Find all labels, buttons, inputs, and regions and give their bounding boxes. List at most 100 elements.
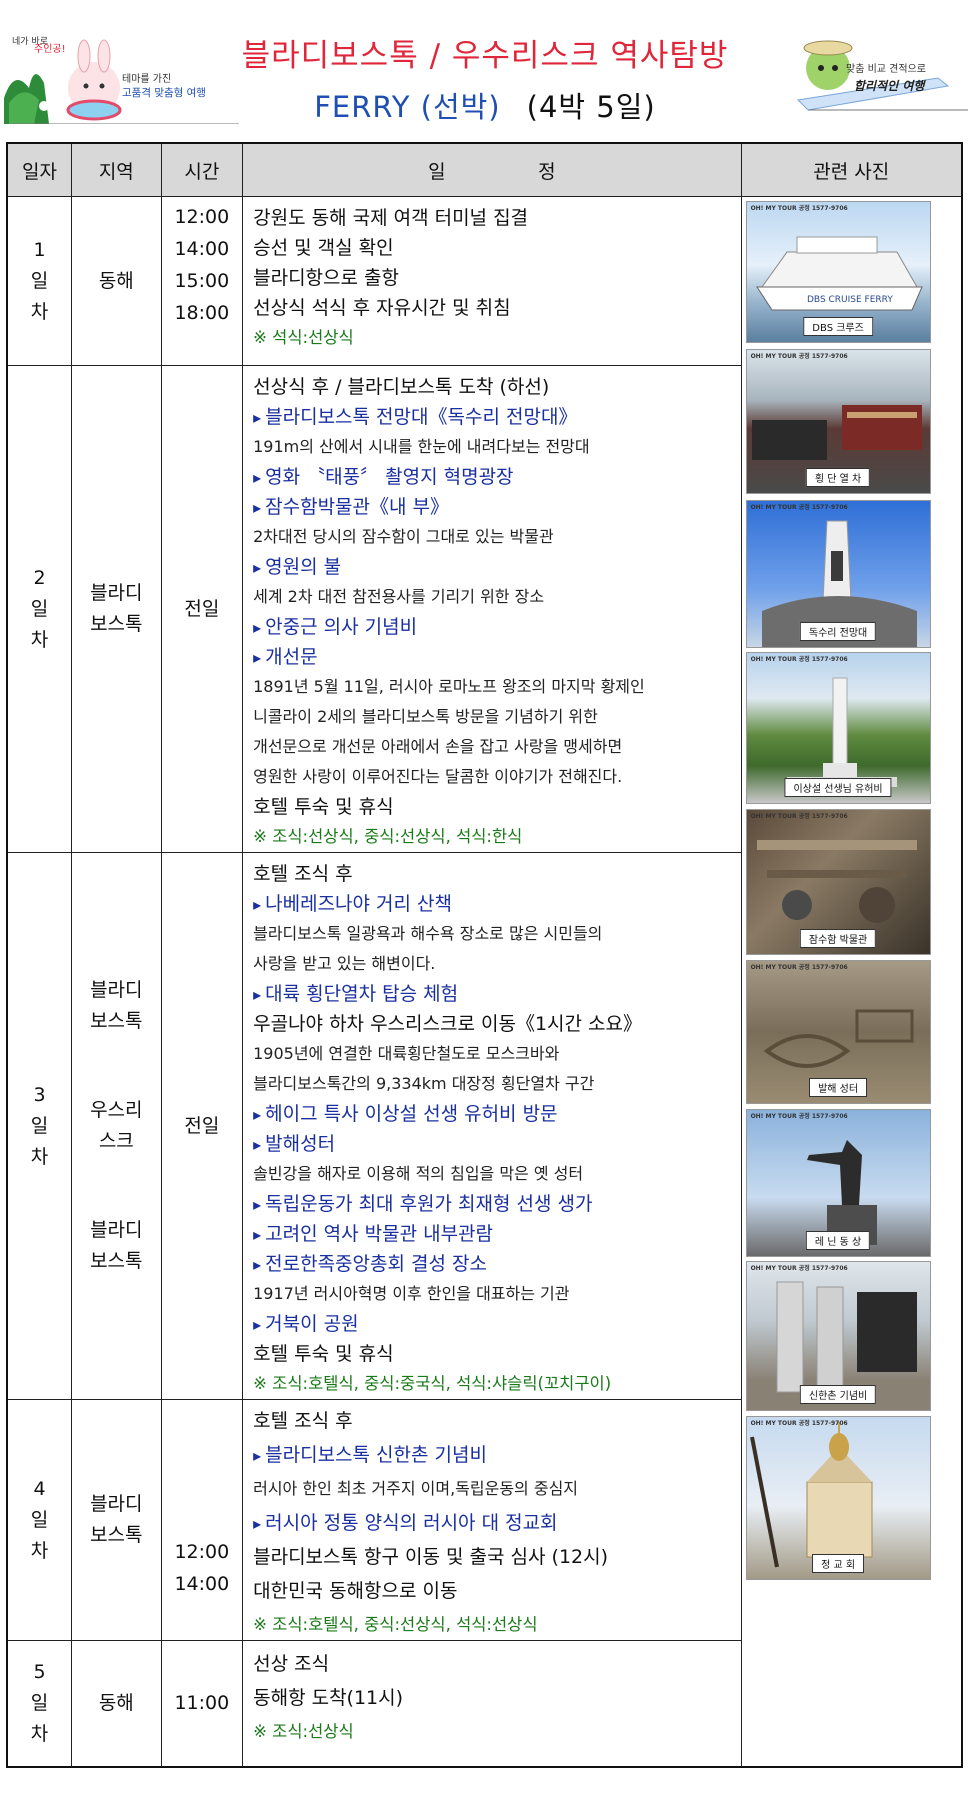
- schedule-line: 독립운동가 최대 후원가 최재형 선생 생가: [253, 1189, 740, 1219]
- time-cell: 전일: [160, 852, 244, 1400]
- schedule-cell: 호텔 조식 후 블라디보스톡 신한촌 기념비 러시아 한인 최초 거주지 이며,…: [242, 1399, 742, 1641]
- schedule-cell: 강원도 동해 국제 여객 터미널 집결 승선 및 객실 확인 블라디항으로 출항…: [242, 196, 742, 366]
- schedule-line: 고려인 역사 박물관 내부관람: [253, 1219, 740, 1249]
- photo-caption: 독수리 전망대: [799, 622, 877, 641]
- schedule-line: 사랑을 받고 있는 해변이다.: [253, 954, 436, 973]
- photo-caption: 발해 성터: [809, 1078, 868, 1097]
- table-row-day1: 1일차 동해 12:00 14:00 15:00 18:00 강원도 동해 국제 여객…: [6, 196, 963, 1767]
- travel-logo-right: 맞춤 비교 견적으로 합리적인 여행: [796, 40, 968, 111]
- photo-caption: 신한촌 기념비: [799, 1385, 877, 1404]
- itinerary-table: 일자 지역 시간 일정 관련 사진 1일차 동해 12:00 14:00 15:00…: [6, 142, 963, 1768]
- photo-sinhanchon-monument: OH! MY TOUR 공정 1577-9706 신한촌 기념비: [745, 1261, 931, 1411]
- region-cell: 블라디 보스톡: [71, 1399, 162, 1641]
- schedule-line: 안중근 의사 기념비: [253, 612, 740, 642]
- schedule-line: 나베레즈나야 거리 산책: [253, 889, 740, 919]
- photo-train: OH! MY TOUR 공정 1577-9706 횡 단 열 차: [745, 349, 931, 494]
- meal-note: ※ 조식:호텔식, 중식:중국식, 석식:샤슬릭(꼬치구이): [253, 1374, 612, 1393]
- schedule-line: 대한민국 동해항으로 이동: [253, 1580, 458, 1602]
- schedule-line: 호텔 투숙 및 휴식: [253, 796, 394, 818]
- schedule-line: 발해성터: [253, 1129, 740, 1159]
- meal-note: ※ 석식:선상식: [253, 328, 354, 347]
- day-label: 2일차: [6, 365, 73, 853]
- photo-submarine-museum: OH! MY TOUR 공정 1577-9706 잠수함 박물관: [745, 809, 931, 955]
- photo-balhae-fortress: OH! MY TOUR 공정 1577-9706 발해 성터: [745, 960, 931, 1104]
- schedule-cell: 선상 조식 동해항 도착(11시) ※ 조식:선상식: [242, 1640, 742, 1767]
- schedule-line: 잠수함박물관《내 부》: [253, 492, 740, 522]
- schedule-line: 선상 조식: [253, 1653, 330, 1675]
- schedule-line: 영원한 사랑이 이루어진다는 달콤한 이야기가 전해진다.: [253, 767, 623, 786]
- subtitle-ferry: FERRY (선박): [314, 90, 501, 124]
- meal-note: ※ 조식:선상식, 중식:선상식, 석식:한식: [253, 827, 523, 846]
- photo-caption: 정 교 회: [812, 1554, 865, 1573]
- schedule-cell: 호텔 조식 후 나베레즈나야 거리 산책 블라디보스톡 일광욕과 해수욕 장소로…: [242, 852, 742, 1400]
- schedule-line: 거북이 공원: [253, 1309, 740, 1339]
- day-label: 1일차: [6, 196, 73, 366]
- time-cell: 11:00: [160, 1640, 244, 1767]
- schedule-line: 러시아 한인 최초 거주지 이며,독립운동의 중심지: [253, 1479, 579, 1498]
- col-header-time: 시간: [160, 142, 244, 197]
- schedule-line: 1891년 5월 11일, 러시아 로마노프 왕조의 마지막 황제인: [253, 677, 645, 696]
- schedule-line: 니콜라이 2세의 블라디보스톡 방문을 기념하기 위한: [253, 707, 598, 726]
- schedule-line: 러시아 정통 양식의 러시아 대 정교회: [253, 1508, 740, 1538]
- photo-caption: DBS 크루즈: [803, 317, 873, 336]
- table-header-row: 일자 지역 시간 일정 관련 사진: [6, 142, 963, 197]
- schedule-line: 호텔 조식 후: [253, 863, 353, 885]
- schedule-line: 2차대전 당시의 잠수함이 그대로 있는 박물관: [253, 527, 554, 546]
- schedule-cell: 선상식 후 / 블라디보스톡 도착 (하선) 블라디보스톡 전망대《독수리 전망…: [242, 365, 742, 853]
- schedule-line: 우골나야 하차 우스리스크로 이동《1시간 소요》: [253, 1013, 642, 1035]
- svg-text:맞춤 비교 견적으로: 맞춤 비교 견적으로: [846, 63, 926, 75]
- photo-lenin-statue: OH! MY TOUR 공정 1577-9706 레 닌 동 상: [745, 1109, 931, 1257]
- photo-caption: 이상설 선생님 유허비: [784, 778, 892, 797]
- photo-caption: 레 닌 동 상: [805, 1231, 871, 1250]
- schedule-line: 동해항 도착(11시): [253, 1687, 404, 1709]
- region-cell: 블라디 보스톡: [71, 365, 162, 853]
- day-label: 3일차: [6, 852, 73, 1400]
- meal-note: ※ 조식:선상식: [253, 1722, 354, 1741]
- schedule-line: 솔빈강을 해자로 이용해 적의 침입을 막은 옛 성터: [253, 1164, 584, 1183]
- schedule-line: 영원의 불: [253, 552, 740, 582]
- schedule-line: 블라디보스톡 전망대《독수리 전망대》: [253, 402, 740, 432]
- photo-dbs-cruise: DBS CRUISE FERRY OH! MY TOUR 공정 1577-970…: [745, 201, 931, 343]
- schedule-line: 호텔 조식 후: [253, 1410, 353, 1432]
- schedule-line: 선상식 석식 후 자유시간 및 취침: [253, 297, 511, 319]
- region-cell: 동해: [71, 196, 162, 366]
- schedule-line: 영화 〝태풍〞 촬영지 혁명광장: [253, 462, 740, 492]
- photo-eagle-observatory: OH! MY TOUR 공정 1577-9706 독수리 전망대: [745, 500, 931, 648]
- schedule-line: 호텔 투숙 및 휴식: [253, 1343, 394, 1365]
- schedule-line: 블라디보스톡 항구 이동 및 출국 심사 (12시): [253, 1546, 609, 1568]
- schedule-line: 헤이그 특사 이상설 선생 유허비 방문: [253, 1099, 740, 1129]
- photo-caption: 잠수함 박물관: [799, 929, 877, 948]
- schedule-line: 개선문: [253, 642, 740, 672]
- schedule-line: 세계 2차 대전 참전용사를 기리기 위한 장소: [253, 587, 545, 606]
- svg-text:DBS CRUISE FERRY: DBS CRUISE FERRY: [807, 295, 893, 305]
- schedule-line: 선상식 후 / 블라디보스톡 도착 (하선): [253, 376, 550, 398]
- time-cell: 12:00 14:00 15:00 18:00: [160, 196, 244, 366]
- schedule-line: 1905년에 연결한 대륙횡단철도로 모스크바와: [253, 1044, 560, 1063]
- header: 네가 바로 주인공! 테마를 가진 고품격 맞춤형 여행 블라디보스톡 / 우수…: [0, 0, 970, 135]
- day-label: 4일차: [6, 1399, 73, 1641]
- schedule-line: 블라디항으로 출항: [253, 267, 399, 289]
- region-cell: 블라디 보스톡 우스리 스크 블라디 보스톡: [71, 852, 162, 1400]
- schedule-line: 191m의 산에서 시내를 한눈에 내려다보는 전망대: [253, 437, 590, 456]
- region-cell: 동해: [71, 1640, 162, 1767]
- meal-note: ※ 조식:호텔식, 중식:선상식, 석식:선상식: [253, 1615, 538, 1634]
- schedule-line: 블라디보스톡 일광욕과 해수욕 장소로 많은 시민들의: [253, 924, 603, 943]
- col-header-region: 지역: [71, 142, 162, 197]
- time-cell: 전일: [160, 365, 244, 853]
- col-header-photos: 관련 사진: [740, 142, 963, 197]
- schedule-line: 대륙 횡단열차 탑승 체험: [253, 979, 740, 1009]
- col-header-day: 일자: [6, 142, 73, 197]
- photo-orthodox-church: OH! MY TOUR 공정 1577-9706 정 교 회: [745, 1416, 931, 1580]
- day-label: 5일차: [6, 1640, 73, 1767]
- subtitle-duration: (4박 5일): [526, 90, 656, 124]
- photo-yi-sangseol-monument: OH! MY TOUR 공정 1577-9706 이상설 선생님 유허비: [745, 652, 931, 804]
- photo-column: DBS CRUISE FERRY OH! MY TOUR 공정 1577-970…: [740, 196, 963, 1767]
- schedule-line: 블라디보스톡간의 9,334km 대장정 횡단열차 구간: [253, 1074, 595, 1093]
- schedule-line: 개선문으로 개선문 아래에서 손을 잡고 사랑을 맹세하면: [253, 737, 623, 756]
- schedule-line: 승선 및 객실 확인: [253, 237, 394, 259]
- photo-caption: 횡 단 열 차: [805, 468, 871, 487]
- schedule-line: 강원도 동해 국제 여객 터미널 집결: [253, 207, 529, 229]
- col-header-schedule: 일정: [242, 142, 742, 197]
- schedule-line: 전로한족중앙총회 결성 장소: [253, 1249, 740, 1279]
- time-cell: 12:00 14:00: [160, 1399, 244, 1641]
